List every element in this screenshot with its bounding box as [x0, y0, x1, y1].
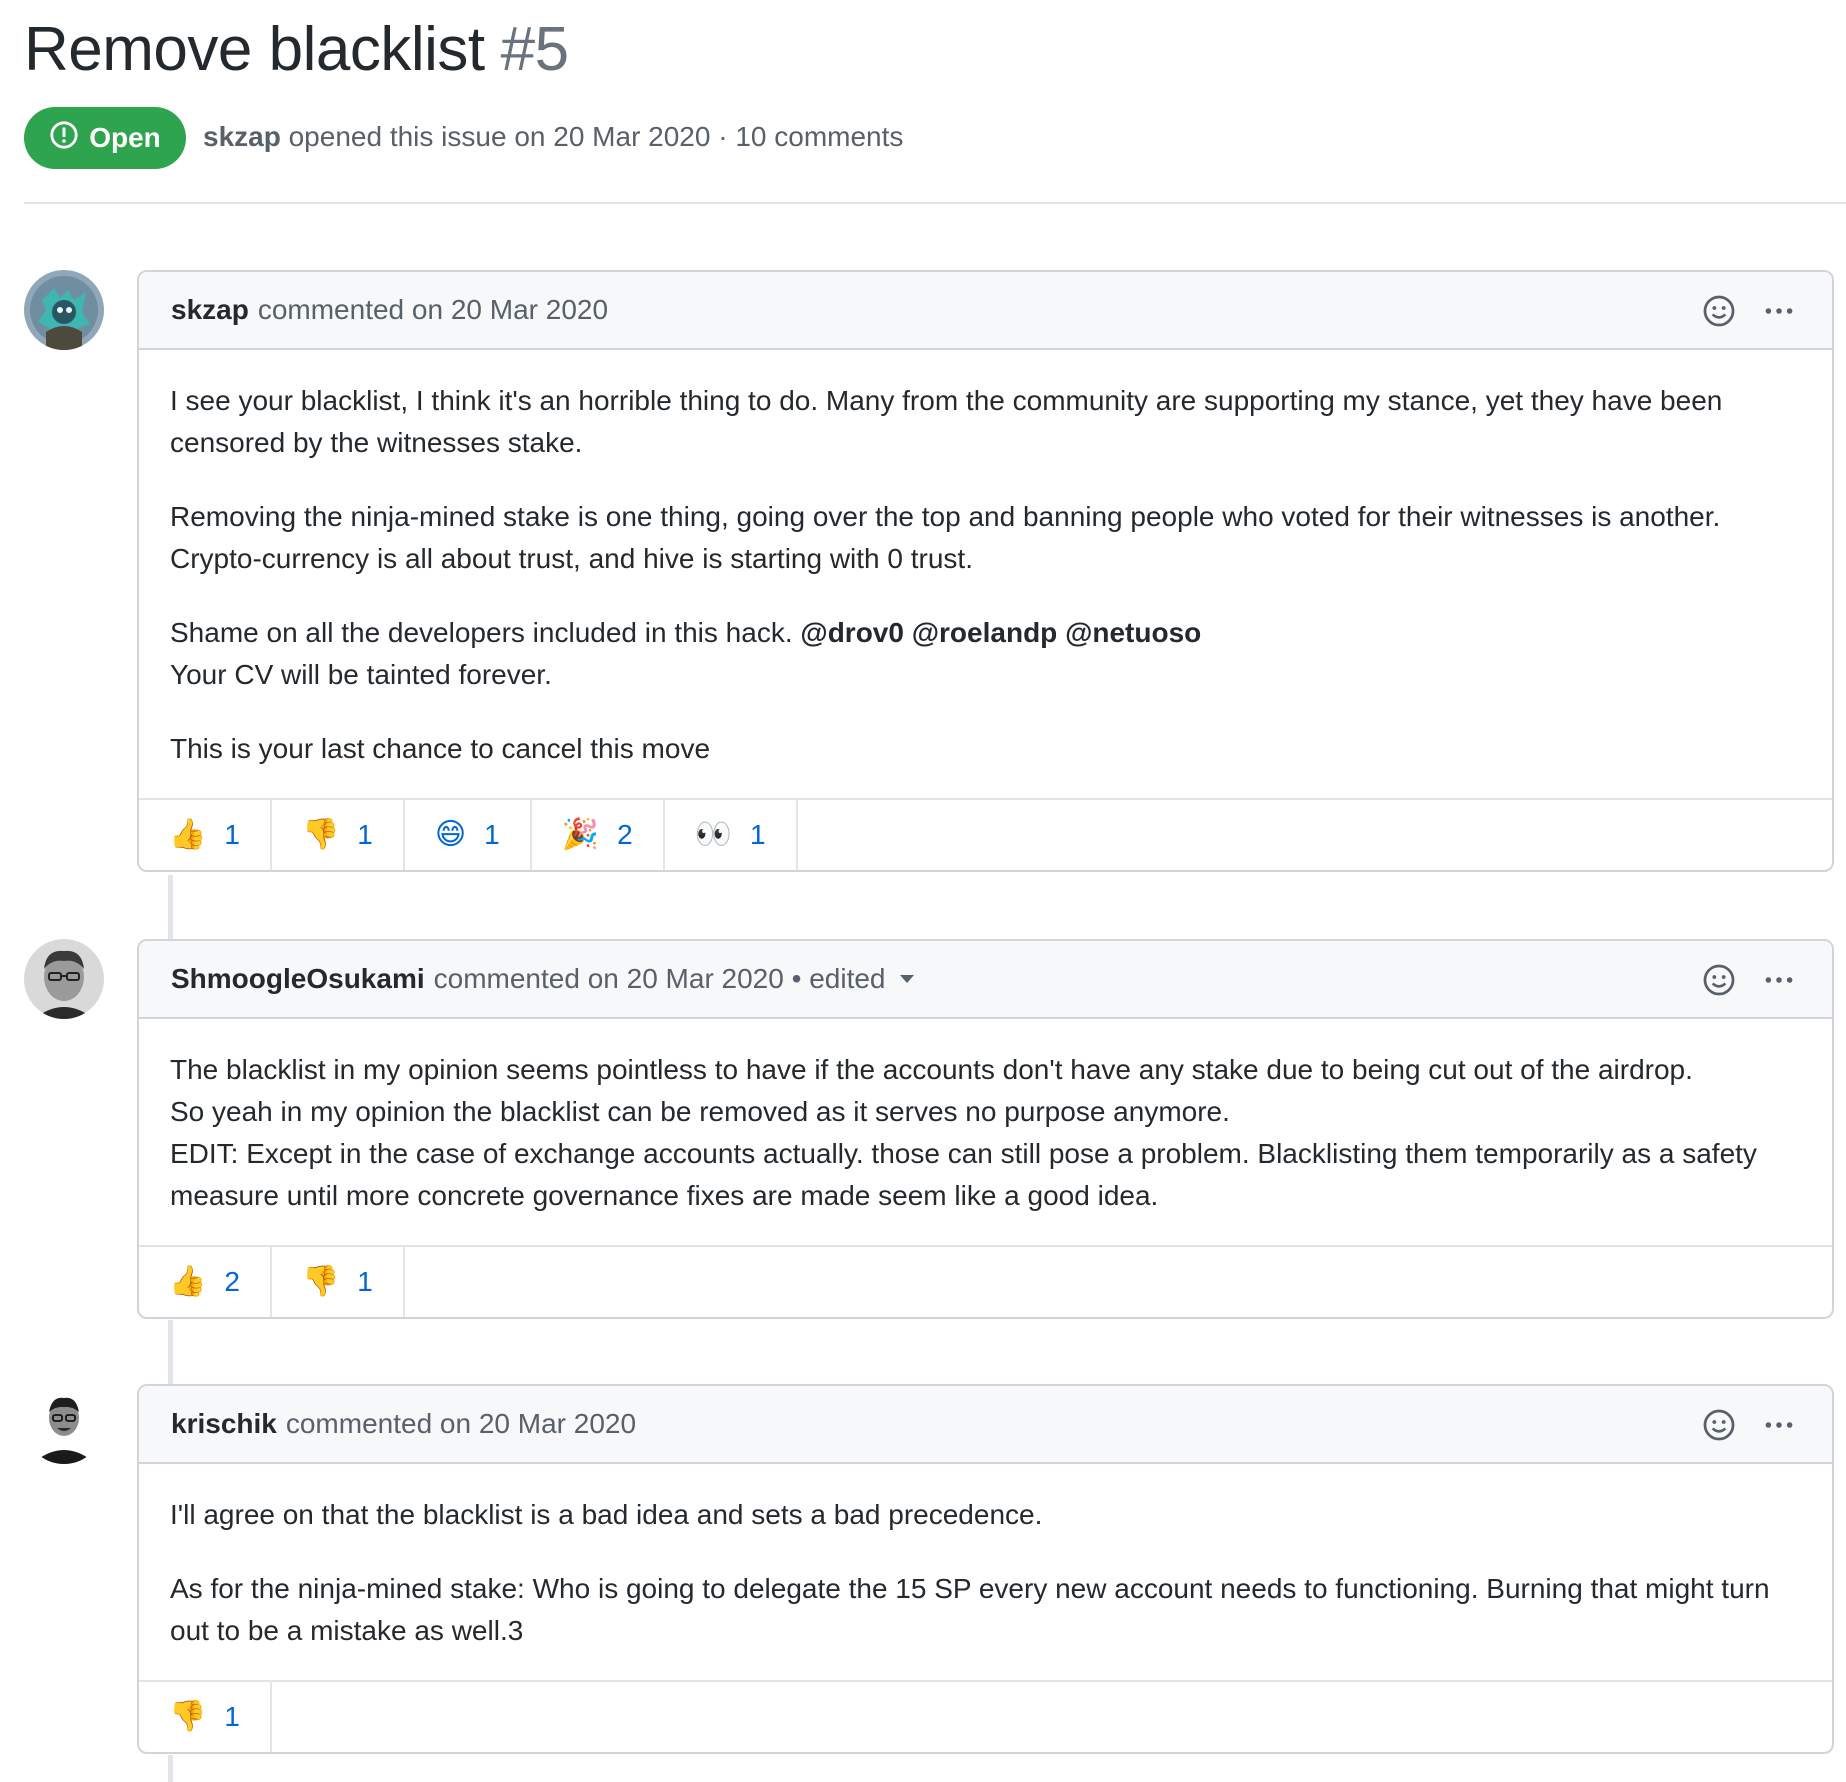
comment-paragraph: This is your last chance to cancel this …	[170, 733, 711, 764]
comment-header: krischik commented on 20 Mar 2020	[139, 1386, 1832, 1464]
reaction-thumbs-down[interactable]: 👎 1	[272, 800, 405, 870]
reaction-thumbs-down[interactable]: 👎 1	[272, 1247, 405, 1317]
thumbs-up-icon: 👍	[169, 817, 207, 852]
reaction-thumbs-up[interactable]: 👍 2	[139, 1247, 272, 1317]
thumbs-up-icon: 👍	[169, 1264, 207, 1299]
issue-title: Remove blacklist #5	[24, 14, 569, 85]
issue-number: #5	[500, 15, 569, 84]
user-mention[interactable]: @roelandp	[912, 617, 1058, 648]
issue-state-badge: Open	[24, 107, 186, 169]
issue-state-label: Open	[89, 122, 161, 153]
add-reaction-icon[interactable]	[1702, 963, 1736, 1004]
comment-header: skzap commented on 20 Mar 2020	[139, 272, 1832, 350]
header-divider	[24, 202, 1846, 204]
issue-author-link[interactable]: skzap	[203, 121, 281, 152]
chevron-down-icon[interactable]	[899, 975, 914, 983]
comment-header: ShmoogleOsukami commented on 20 Mar 2020…	[139, 941, 1832, 1019]
reaction-count: 1	[357, 1266, 373, 1297]
issue-meta: skzap opened this issue on 20 Mar 2020 ·…	[203, 121, 903, 153]
comment-author[interactable]: skzap	[171, 294, 249, 326]
reaction-count: 2	[224, 1266, 240, 1297]
reactions-bar: 👎 1	[139, 1680, 1832, 1752]
thumbs-down-icon: 👎	[301, 1264, 340, 1299]
issue-meta-text: opened this issue on 20 Mar 2020 · 10 co…	[288, 121, 904, 152]
comment-text: Your CV will be tainted forever.	[170, 659, 552, 690]
thumbs-down-icon: 👎	[169, 1699, 207, 1734]
avatar-shmoogleosukami[interactable]	[24, 939, 104, 1019]
comment-timestamp[interactable]: commented on 20 Mar 2020	[258, 294, 608, 326]
edited-indicator[interactable]: • edited	[792, 963, 886, 995]
add-reaction-icon[interactable]	[1702, 1408, 1736, 1449]
comment-author[interactable]: ShmoogleOsukami	[171, 963, 425, 995]
comment-body: I see your blacklist, I think it's an ho…	[139, 350, 1832, 798]
comment-body: I'll agree on that the blacklist is a ba…	[139, 1464, 1832, 1680]
comment-author[interactable]: krischik	[171, 1408, 277, 1440]
reaction-thumbs-up[interactable]: 👍 1	[139, 800, 272, 870]
comment-timestamp[interactable]: commented on 20 Mar 2020	[434, 963, 784, 995]
reaction-count: 1	[357, 819, 373, 850]
comment-paragraph: Removing the ninja-mined stake is one th…	[170, 501, 1721, 574]
add-reaction-icon[interactable]	[1702, 294, 1736, 335]
reaction-count: 1	[750, 819, 766, 850]
reactions-bar: 👍 2 👎 1	[139, 1245, 1832, 1317]
reaction-count: 2	[617, 819, 633, 850]
more-options-icon[interactable]	[1762, 1408, 1796, 1449]
avatar-krischik[interactable]	[24, 1384, 104, 1464]
comment-card: ShmoogleOsukami commented on 20 Mar 2020…	[137, 939, 1834, 1319]
reaction-laugh[interactable]: 😄 1	[405, 800, 532, 870]
more-options-icon[interactable]	[1762, 294, 1796, 335]
reactions-bar: 👍 1 👎 1 😄 1 🎉 2 👀 1	[139, 798, 1832, 870]
laugh-icon: 😄	[434, 817, 467, 852]
reaction-count: 1	[224, 819, 240, 850]
comment-card: skzap commented on 20 Mar 2020 I see you…	[137, 270, 1834, 872]
reaction-hooray[interactable]: 🎉 2	[532, 800, 665, 870]
eyes-icon: 👀	[694, 817, 733, 852]
comment-paragraph: As for the ninja-mined stake: Who is goi…	[170, 1573, 1770, 1646]
timeline-connector	[168, 1320, 173, 1384]
user-mention[interactable]: @drov0	[800, 617, 904, 648]
timeline-connector	[168, 875, 173, 939]
issue-opened-icon	[49, 120, 79, 157]
reaction-count: 1	[484, 819, 500, 850]
timeline-connector	[168, 1755, 173, 1782]
hooray-icon: 🎉	[561, 817, 600, 852]
user-mention[interactable]: @netuoso	[1065, 617, 1201, 648]
avatar-skzap[interactable]	[24, 270, 104, 350]
comment-body: The blacklist in my opinion seems pointl…	[139, 1019, 1832, 1245]
issue-title-text: Remove blacklist	[24, 15, 485, 84]
reaction-count: 1	[224, 1701, 240, 1732]
comment-line: EDIT: Except in the case of exchange acc…	[170, 1138, 1757, 1211]
comment-card: krischik commented on 20 Mar 2020 I'll a…	[137, 1384, 1834, 1754]
more-options-icon[interactable]	[1762, 963, 1796, 1004]
reaction-thumbs-down[interactable]: 👎 1	[139, 1682, 272, 1752]
reaction-eyes[interactable]: 👀 1	[665, 800, 798, 870]
thumbs-down-icon: 👎	[301, 817, 340, 852]
comment-text: Shame on all the developers included in …	[170, 617, 793, 648]
comment-paragraph: The blacklist in my opinion seems pointl…	[170, 1049, 1800, 1217]
comment-paragraph: I see your blacklist, I think it's an ho…	[170, 385, 1723, 458]
comment-paragraph: Shame on all the developers included in …	[170, 612, 1800, 696]
comment-line: The blacklist in my opinion seems pointl…	[170, 1054, 1693, 1085]
comment-line: So yeah in my opinion the blacklist can …	[170, 1096, 1230, 1127]
comment-timestamp[interactable]: commented on 20 Mar 2020	[286, 1408, 636, 1440]
comment-paragraph: I'll agree on that the blacklist is a ba…	[170, 1499, 1043, 1530]
